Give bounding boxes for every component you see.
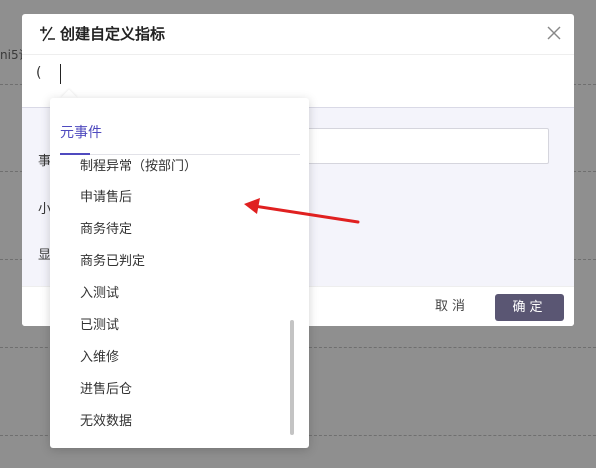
annotation-arrow <box>244 198 360 224</box>
list-item-enter-testing[interactable]: 入测试 <box>80 284 119 304</box>
list-item-enter-after-sales-warehouse[interactable]: 进售后仓 <box>80 380 132 400</box>
formula-text: ( <box>36 65 42 81</box>
close-icon[interactable] <box>546 25 562 41</box>
scrollbar[interactable] <box>290 320 294 435</box>
event-input[interactable] <box>302 128 549 164</box>
scrollbar-thumb[interactable] <box>290 320 294 435</box>
list-item-business-pending[interactable]: 商务待定 <box>80 220 132 240</box>
plus-minus-icon <box>40 26 55 42</box>
list-item-process-exception[interactable]: 制程异常（按部门） <box>80 157 197 177</box>
text-caret <box>60 64 61 84</box>
list-item-business-judged[interactable]: 商务已判定 <box>80 252 145 272</box>
cancel-button[interactable]: 取消 <box>426 295 478 319</box>
tab-meta-event[interactable]: 元事件 <box>60 122 102 142</box>
dialog-title: 创建自定义指标 <box>60 25 166 43</box>
list-item-enter-repair[interactable]: 入维修 <box>80 348 119 368</box>
dialog-header: 创建自定义指标 <box>22 14 574 55</box>
meta-event-dropdown: 元事件 制程异常（按部门） 申请售后 商务待定 商务已判定 入测试 已测试 入维… <box>50 98 309 448</box>
background-text: ni5读 <box>0 48 22 62</box>
confirm-button[interactable]: 确定 <box>495 294 564 321</box>
list-item-tested[interactable]: 已测试 <box>80 316 119 336</box>
list-item-invalid-data[interactable]: 无效数据 <box>80 412 132 432</box>
list-item-apply-after-sales[interactable]: 申请售后 <box>80 188 132 208</box>
